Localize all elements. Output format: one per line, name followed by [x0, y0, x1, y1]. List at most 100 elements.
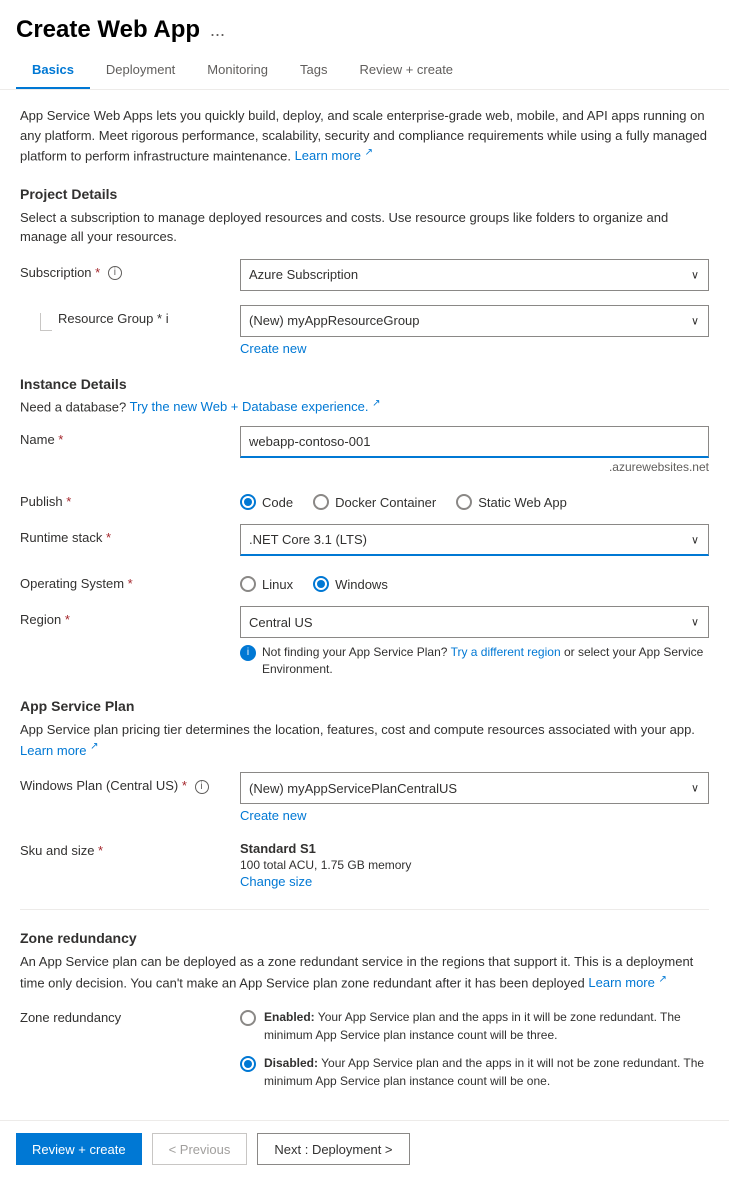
- project-details-title: Project Details: [20, 186, 709, 202]
- db-ext-icon: ↗: [372, 398, 380, 409]
- resource-group-row: Resource Group * i (New) myAppResourceGr…: [20, 305, 709, 356]
- zone-enabled-option[interactable]: Enabled: Your App Service plan and the a…: [240, 1008, 709, 1044]
- tab-monitoring[interactable]: Monitoring: [191, 52, 284, 89]
- runtime-stack-select-wrapper: .NET Core 3.1 (LTS): [240, 524, 709, 556]
- publish-control: Code Docker Container Static Web App: [240, 488, 709, 510]
- windows-plan-label: Windows Plan (Central US) * i: [20, 772, 240, 794]
- zone-enabled-radio[interactable]: [240, 1010, 256, 1026]
- region-different-link[interactable]: Try a different region: [451, 645, 561, 659]
- app-service-plan-desc: App Service plan pricing tier determines…: [20, 720, 709, 760]
- asp-learn-more-link[interactable]: Learn more ↗: [20, 743, 98, 758]
- region-select-wrapper: Central US: [240, 606, 709, 638]
- zone-disabled-text: Disabled: Your App Service plan and the …: [264, 1054, 709, 1090]
- subscription-required: *: [95, 265, 100, 280]
- azurewebsites-suffix: .azurewebsites.net: [240, 460, 709, 474]
- resource-group-select[interactable]: (New) myAppResourceGroup: [240, 305, 709, 337]
- resource-group-control: (New) myAppResourceGroup Create new: [240, 305, 709, 356]
- os-option-windows[interactable]: Windows: [313, 576, 388, 592]
- region-control: Central US i Not finding your App Servic…: [240, 606, 709, 678]
- subscription-label: Subscription * i: [20, 259, 240, 281]
- name-input-wrapper: [240, 426, 709, 458]
- learn-more-link[interactable]: Learn more ↗: [295, 148, 373, 163]
- publish-code-radio[interactable]: [240, 494, 256, 510]
- windows-plan-select[interactable]: (New) myAppServicePlanCentralUS: [240, 772, 709, 804]
- tab-tags[interactable]: Tags: [284, 52, 343, 89]
- database-experience-link[interactable]: Try the new Web + Database experience. ↗: [130, 399, 381, 414]
- os-label: Operating System *: [20, 570, 240, 591]
- runtime-stack-select[interactable]: .NET Core 3.1 (LTS): [240, 524, 709, 556]
- subscription-row: Subscription * i Azure Subscription: [20, 259, 709, 291]
- region-select[interactable]: Central US: [240, 606, 709, 638]
- zone-redundancy-title: Zone redundancy: [20, 930, 709, 946]
- tab-review-create[interactable]: Review + create: [343, 52, 469, 89]
- os-option-linux[interactable]: Linux: [240, 576, 293, 592]
- ellipsis-menu[interactable]: ...: [210, 20, 225, 41]
- resource-group-info-icon[interactable]: i: [166, 311, 169, 326]
- app-description: App Service Web Apps lets you quickly bu…: [20, 106, 709, 166]
- sku-details: 100 total ACU, 1.75 GB memory: [240, 858, 709, 872]
- page-title: Create Web App: [16, 16, 200, 44]
- region-info: i Not finding your App Service Plan? Try…: [240, 644, 709, 678]
- os-radio-group: Linux Windows: [240, 570, 709, 592]
- sku-row: Sku and size * Standard S1 100 total ACU…: [20, 837, 709, 893]
- tab-bar: Basics Deployment Monitoring Tags Review…: [0, 52, 729, 90]
- os-row: Operating System * Linux Windows: [20, 570, 709, 592]
- app-service-plan-title: App Service Plan: [20, 698, 709, 714]
- zone-disabled-option[interactable]: Disabled: Your App Service plan and the …: [240, 1054, 709, 1090]
- name-input[interactable]: [240, 426, 709, 458]
- publish-static-radio[interactable]: [456, 494, 472, 510]
- resource-group-create-new[interactable]: Create new: [240, 341, 709, 356]
- project-details-desc: Select a subscription to manage deployed…: [20, 208, 709, 247]
- tab-basics[interactable]: Basics: [16, 52, 90, 89]
- zone-enabled-text: Enabled: Your App Service plan and the a…: [264, 1008, 709, 1044]
- sku-change-size-link[interactable]: Change size: [240, 874, 312, 889]
- publish-option-code[interactable]: Code: [240, 494, 293, 510]
- windows-plan-info-icon[interactable]: i: [195, 780, 209, 794]
- windows-plan-control: (New) myAppServicePlanCentralUS Create n…: [240, 772, 709, 823]
- previous-button[interactable]: < Previous: [152, 1133, 248, 1165]
- zone-disabled-radio[interactable]: [240, 1056, 256, 1072]
- zone-ext-icon: ↗: [658, 972, 666, 987]
- footer: Review + create < Previous Next : Deploy…: [0, 1120, 729, 1177]
- asp-ext-icon: ↗: [90, 739, 98, 754]
- subscription-select-wrapper: Azure Subscription: [240, 259, 709, 291]
- os-control: Linux Windows: [240, 570, 709, 592]
- review-create-button[interactable]: Review + create: [16, 1133, 142, 1165]
- sku-control: Standard S1 100 total ACU, 1.75 GB memor…: [240, 837, 709, 893]
- resource-group-select-wrapper: (New) myAppResourceGroup: [240, 305, 709, 337]
- subscription-control: Azure Subscription: [240, 259, 709, 291]
- windows-plan-create-new[interactable]: Create new: [240, 808, 709, 823]
- next-deployment-button[interactable]: Next : Deployment >: [257, 1133, 409, 1165]
- zone-learn-more-link[interactable]: Learn more ↗: [588, 975, 666, 990]
- publish-docker-radio[interactable]: [313, 494, 329, 510]
- region-info-icon: i: [240, 645, 256, 661]
- database-link-text: Need a database? Try the new Web + Datab…: [20, 398, 709, 414]
- runtime-stack-label: Runtime stack *: [20, 524, 240, 545]
- publish-radio-group: Code Docker Container Static Web App: [240, 488, 709, 510]
- tab-deployment[interactable]: Deployment: [90, 52, 191, 89]
- runtime-stack-control: .NET Core 3.1 (LTS): [240, 524, 709, 556]
- resource-group-label: Resource Group * i: [58, 311, 169, 326]
- zone-redundancy-control: Enabled: Your App Service plan and the a…: [240, 1004, 709, 1090]
- zone-redundancy-options: Enabled: Your App Service plan and the a…: [240, 1004, 709, 1090]
- external-link-icon: ↗: [365, 145, 373, 160]
- page-header: Create Web App ...: [0, 0, 729, 52]
- zone-redundancy-label: Zone redundancy: [20, 1004, 240, 1025]
- resource-group-label-container: Resource Group * i: [20, 305, 240, 331]
- publish-label: Publish *: [20, 488, 240, 509]
- indent-line: [40, 313, 52, 331]
- windows-plan-row: Windows Plan (Central US) * i (New) myAp…: [20, 772, 709, 823]
- sku-name: Standard S1: [240, 841, 709, 856]
- divider-1: [20, 909, 709, 910]
- subscription-info-icon[interactable]: i: [108, 266, 122, 280]
- name-row: Name * .azurewebsites.net: [20, 426, 709, 474]
- publish-option-static[interactable]: Static Web App: [456, 494, 567, 510]
- os-windows-radio[interactable]: [313, 576, 329, 592]
- name-control: .azurewebsites.net: [240, 426, 709, 474]
- os-linux-radio[interactable]: [240, 576, 256, 592]
- publish-option-docker[interactable]: Docker Container: [313, 494, 436, 510]
- main-content: App Service Web Apps lets you quickly bu…: [0, 90, 729, 1120]
- name-label: Name *: [20, 426, 240, 447]
- windows-plan-select-wrapper: (New) myAppServicePlanCentralUS: [240, 772, 709, 804]
- subscription-select[interactable]: Azure Subscription: [240, 259, 709, 291]
